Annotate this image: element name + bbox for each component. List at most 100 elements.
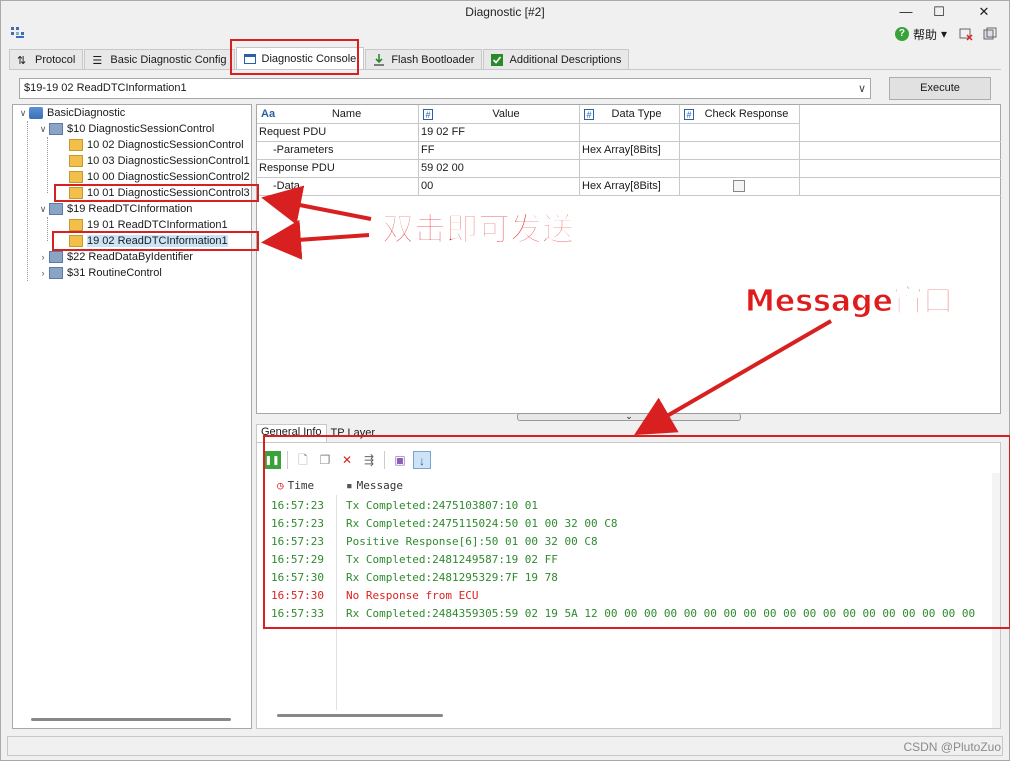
- sort-icon: ⇅: [17, 54, 27, 67]
- collapse-icon[interactable]: ∨: [37, 124, 49, 135]
- close-button[interactable]: ✕: [969, 3, 999, 21]
- maximize-button[interactable]: ☐: [924, 3, 954, 21]
- cell-name: Response PDU: [257, 160, 419, 178]
- help-label: 帮助: [912, 27, 937, 42]
- annotation-double-click: 双击即可发送: [381, 210, 575, 249]
- column-header-check-response[interactable]: # Check Response: [680, 105, 800, 124]
- checkbox-icon: [491, 53, 504, 66]
- text-type-icon: Aa: [261, 108, 276, 120]
- cell-data-type: [580, 124, 680, 142]
- tree-item-10-00[interactable]: 10 00 DiagnosticSessionControl2: [69, 169, 250, 185]
- expand-icon[interactable]: ›: [37, 252, 49, 262]
- diagnostic-window: Diagnostic [#2] — ☐ ✕ ? 帮助 ▾ ⇅ Protocol …: [0, 0, 1010, 761]
- hash-icon: #: [584, 108, 594, 120]
- tab-protocol[interactable]: ⇅ Protocol: [9, 49, 84, 69]
- chevron-down-icon: ▾: [940, 27, 947, 41]
- tree-node-label: 19 01 ReadDTCInformation1: [87, 219, 228, 231]
- tree-service-31[interactable]: › $31 RoutineControl: [37, 265, 162, 281]
- status-bar: [7, 736, 1003, 756]
- tab-label: Additional Descriptions: [509, 53, 622, 66]
- cell-value[interactable]: FF: [419, 142, 580, 160]
- tree-service-19[interactable]: ∨ $19 ReadDTCInformation: [37, 201, 192, 217]
- service-icon: [49, 123, 63, 135]
- tab-label: Protocol: [35, 53, 76, 66]
- table-row[interactable]: -Data 00 Hex Array[8Bits]: [257, 178, 1001, 196]
- execute-button[interactable]: Execute: [889, 77, 991, 100]
- highlight-tree-item-19-02: [52, 231, 259, 251]
- table-row[interactable]: Request PDU 19 02 FF: [257, 124, 1001, 142]
- help-icon: ?: [894, 27, 909, 41]
- tree-node-label: 10 00 DiagnosticSessionControl2: [87, 171, 250, 183]
- tree-node-label: $31 RoutineControl: [67, 267, 162, 279]
- list-icon: ☰: [92, 54, 103, 67]
- table-row[interactable]: -Parameters FF Hex Array[8Bits]: [257, 142, 1001, 160]
- service-select[interactable]: $19-19 02 ReadDTCInformation1 ∨: [19, 78, 871, 99]
- tab-label: Flash Bootloader: [391, 53, 475, 66]
- cell-data-type: Hex Array[8Bits]: [580, 178, 680, 196]
- request-item-icon: [69, 155, 83, 167]
- cell-check: [680, 178, 800, 196]
- tab-flash-bootloader[interactable]: Flash Bootloader: [365, 49, 483, 69]
- cell-value[interactable]: 59 02 00: [419, 160, 580, 178]
- table-row[interactable]: Response PDU 59 02 00: [257, 160, 1001, 178]
- collapse-icon[interactable]: ∨: [37, 204, 49, 215]
- request-item-icon: [69, 171, 83, 183]
- check-response-checkbox[interactable]: [733, 180, 745, 192]
- cell-name: -Parameters: [257, 142, 419, 160]
- cell-name: Request PDU: [257, 124, 419, 142]
- hash-icon: #: [423, 108, 433, 120]
- close-window-icon[interactable]: [959, 27, 973, 41]
- tree-service-22[interactable]: › $22 ReadDataByIdentifier: [37, 249, 193, 265]
- message-horizontal-scrollbar[interactable]: [277, 714, 443, 717]
- tree-horizontal-scrollbar[interactable]: [31, 718, 231, 721]
- highlight-console-tab: [230, 39, 359, 75]
- help-menu[interactable]: ? 帮助 ▾: [894, 25, 947, 43]
- cell-value[interactable]: 19 02 FF: [419, 124, 580, 142]
- panel-splitter[interactable]: ⌄: [517, 412, 741, 421]
- tree-root[interactable]: ∨ BasicDiagnostic: [17, 105, 125, 121]
- request-item-icon: [69, 219, 83, 231]
- column-header-label: Value: [492, 108, 520, 120]
- column-header-label: Check Response: [704, 108, 789, 120]
- column-header-name[interactable]: Aa Name: [257, 105, 419, 124]
- restore-window-icon[interactable]: [983, 27, 997, 41]
- service-select-value: $19-19 02 ReadDTCInformation1: [24, 82, 187, 94]
- watermark: CSDN @PlutoZuo: [903, 740, 1001, 754]
- tree-item-10-02[interactable]: 10 02 DiagnosticSessionControl: [69, 137, 244, 153]
- cell-data-type: [580, 160, 680, 178]
- highlight-tree-item-10-01: [54, 184, 259, 202]
- cell-value[interactable]: 00: [419, 178, 580, 196]
- tree-node-label: $19 ReadDTCInformation: [67, 203, 193, 215]
- tab-additional-descriptions[interactable]: Additional Descriptions: [483, 49, 630, 69]
- tab-basic-diagnostic-config[interactable]: ☰ Basic Diagnostic Config: [84, 49, 235, 69]
- window-title: Diagnostic [#2]: [465, 5, 545, 19]
- tree-root-label: BasicDiagnostic: [47, 107, 126, 119]
- service-icon: [49, 203, 63, 215]
- tree-service-10[interactable]: ∨ $10 DiagnosticSessionControl: [37, 121, 214, 137]
- annotation-message-window: Message窗口: [745, 284, 954, 320]
- cell-check: [680, 160, 800, 178]
- request-item-icon: [69, 139, 83, 151]
- expand-icon[interactable]: ›: [37, 268, 49, 278]
- tree-node-label: $10 DiagnosticSessionControl: [67, 123, 215, 135]
- tab-label: Basic Diagnostic Config: [110, 53, 227, 66]
- chevron-down-icon: ∨: [857, 83, 866, 95]
- column-header-value[interactable]: # Value: [419, 105, 580, 124]
- tree-node-label: 10 03 DiagnosticSessionControl1: [87, 155, 250, 167]
- cell-name: -Data: [257, 178, 419, 196]
- tree-node-label: 10 02 DiagnosticSessionControl: [87, 139, 244, 151]
- app-grid-icon: [11, 27, 24, 38]
- hash-icon: #: [684, 108, 694, 120]
- collapse-icon[interactable]: ∨: [17, 108, 29, 119]
- title-bar: Diagnostic [#2] — ☐ ✕: [1, 1, 1009, 23]
- download-icon: [374, 53, 385, 66]
- column-header-data-type[interactable]: # Data Type: [580, 105, 680, 124]
- tree-node-label: $22 ReadDataByIdentifier: [67, 251, 193, 263]
- minimize-button[interactable]: —: [891, 3, 921, 21]
- service-icon: [49, 267, 63, 279]
- parameter-grid: Aa Name # Value # Data Type # Check Resp…: [256, 104, 1001, 414]
- highlight-message-window: [263, 435, 1010, 629]
- tree-item-10-03[interactable]: 10 03 DiagnosticSessionControl1: [69, 153, 250, 169]
- tree-root-icon: [29, 107, 43, 119]
- cell-data-type: Hex Array[8Bits]: [580, 142, 680, 160]
